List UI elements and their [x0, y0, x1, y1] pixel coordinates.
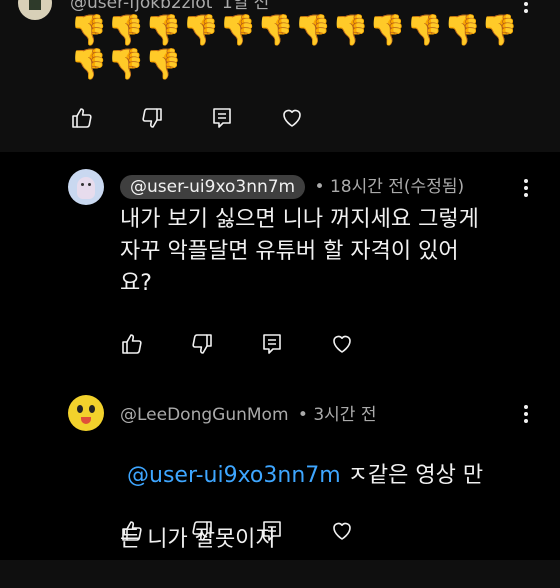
- avatar[interactable]: [18, 0, 52, 20]
- thumbs-down-icon[interactable]: [190, 519, 214, 543]
- comment-author[interactable]: @user-fjokb2zlot: [70, 0, 212, 13]
- reply-author-chip[interactable]: @user-ui9xo3nn7m: [120, 175, 306, 199]
- replies-thread: @user-ui9xo3nn7m • 18시간 전(수정됨) 내가 보기 싫으면…: [0, 152, 560, 560]
- comment-time: 1일 전: [221, 0, 270, 13]
- heart-icon[interactable]: [280, 106, 304, 130]
- reply-text-line1: ㅈ같은 영상 만: [340, 463, 484, 488]
- reply-actions: [120, 332, 400, 356]
- reply-meta: @LeeDongGunMom • 3시간 전: [120, 400, 376, 425]
- reply-time: • 3시간 전: [297, 405, 377, 425]
- reply-text: 내가 보기 싫으면 니나 꺼지세요 그렇게 자꾸 악플달면 유튜버 할 자격이 …: [120, 207, 479, 296]
- more-vert-icon[interactable]: [516, 402, 536, 426]
- reply-comment-icon[interactable]: [260, 332, 284, 356]
- reply-comment-icon[interactable]: [210, 106, 234, 130]
- reply-actions: [120, 519, 400, 543]
- thumbs-up-icon[interactable]: [70, 106, 94, 130]
- mention-link[interactable]: @user-ui9xo3nn7m: [127, 463, 341, 488]
- heart-icon[interactable]: [330, 332, 354, 356]
- thumbs-down-icon[interactable]: [190, 332, 214, 356]
- thumbs-down-icon[interactable]: [140, 106, 164, 130]
- avatar[interactable]: [68, 169, 104, 205]
- comment-actions: [70, 106, 350, 130]
- heart-icon[interactable]: [330, 519, 354, 543]
- reply-comment-icon[interactable]: [260, 519, 284, 543]
- thumbs-up-icon[interactable]: [120, 519, 144, 543]
- reply-text: @user-ui9xo3nn7m ㅈ같은 영상 만 든 니가 잘못이지: [120, 428, 540, 588]
- thumbs-up-icon[interactable]: [120, 332, 144, 356]
- reply-time: • 18시간 전(수정됨): [314, 177, 465, 197]
- more-vert-icon[interactable]: [516, 176, 536, 200]
- reply-meta: @user-ui9xo3nn7m • 18시간 전(수정됨): [120, 172, 464, 199]
- avatar[interactable]: [68, 395, 104, 431]
- comment-text: 👎👎👎👎👎👎👎👎👎👎👎👎👎👎👎: [70, 13, 519, 82]
- top-comment: @user-fjokb2zlot 1일 전 👎👎👎👎👎👎👎👎👎👎👎👎👎👎👎: [0, 0, 560, 152]
- reply-author[interactable]: @LeeDongGunMom: [120, 405, 289, 425]
- comment-meta: @user-fjokb2zlot 1일 전: [70, 0, 269, 13]
